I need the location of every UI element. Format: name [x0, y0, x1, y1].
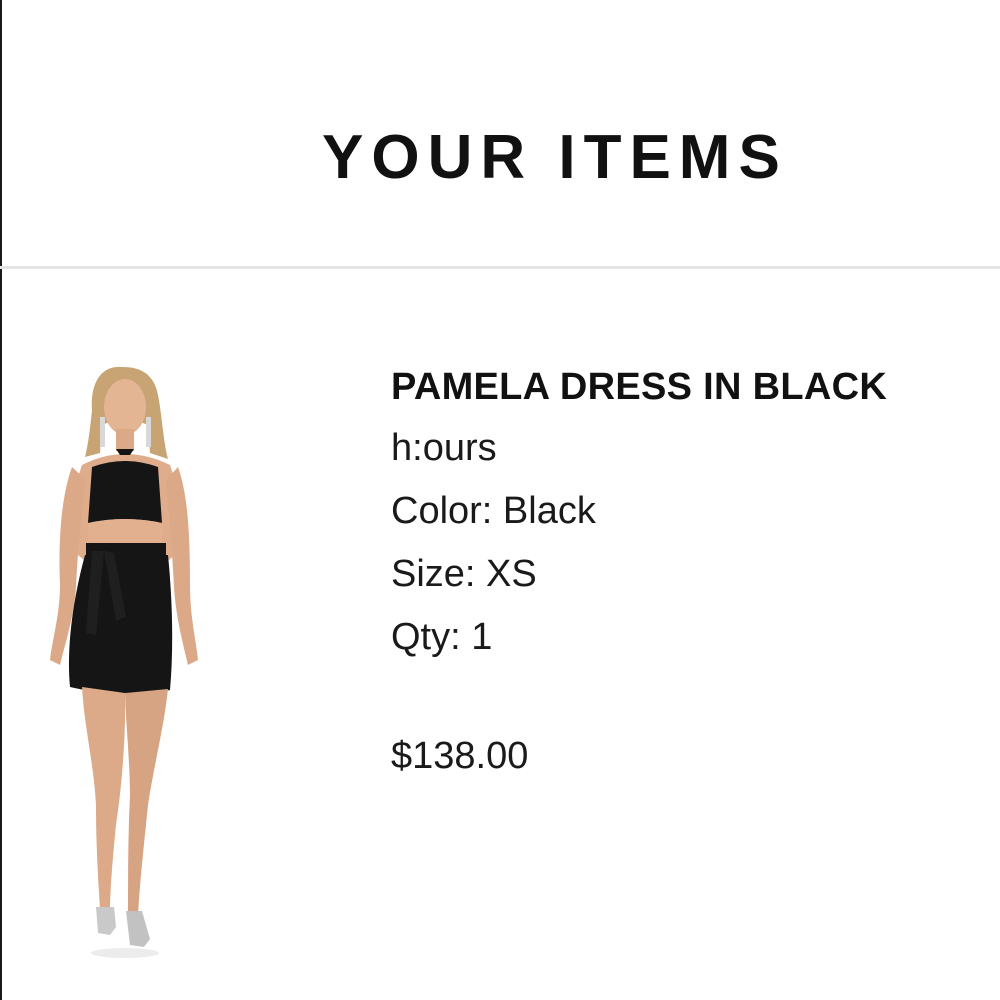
page-title: YOUR ITEMS [322, 123, 788, 192]
product-name[interactable]: PAMELA DRESS IN BLACK [391, 362, 887, 412]
header: YOUR ITEMS [0, 0, 1000, 268]
product-color: Color: Black [391, 490, 596, 532]
dress-photo-icon [50, 366, 198, 958]
product-size: Size: XS [391, 553, 537, 595]
product-price: $138.00 [391, 735, 529, 777]
product-image[interactable] [30, 355, 220, 960]
product-quantity: Qty: 1 [391, 616, 493, 658]
item-details: PAMELA DRESS IN BLACK h:ours Color: Blac… [391, 362, 887, 781]
header-divider [0, 266, 1000, 269]
product-brand: h:ours [391, 427, 497, 469]
